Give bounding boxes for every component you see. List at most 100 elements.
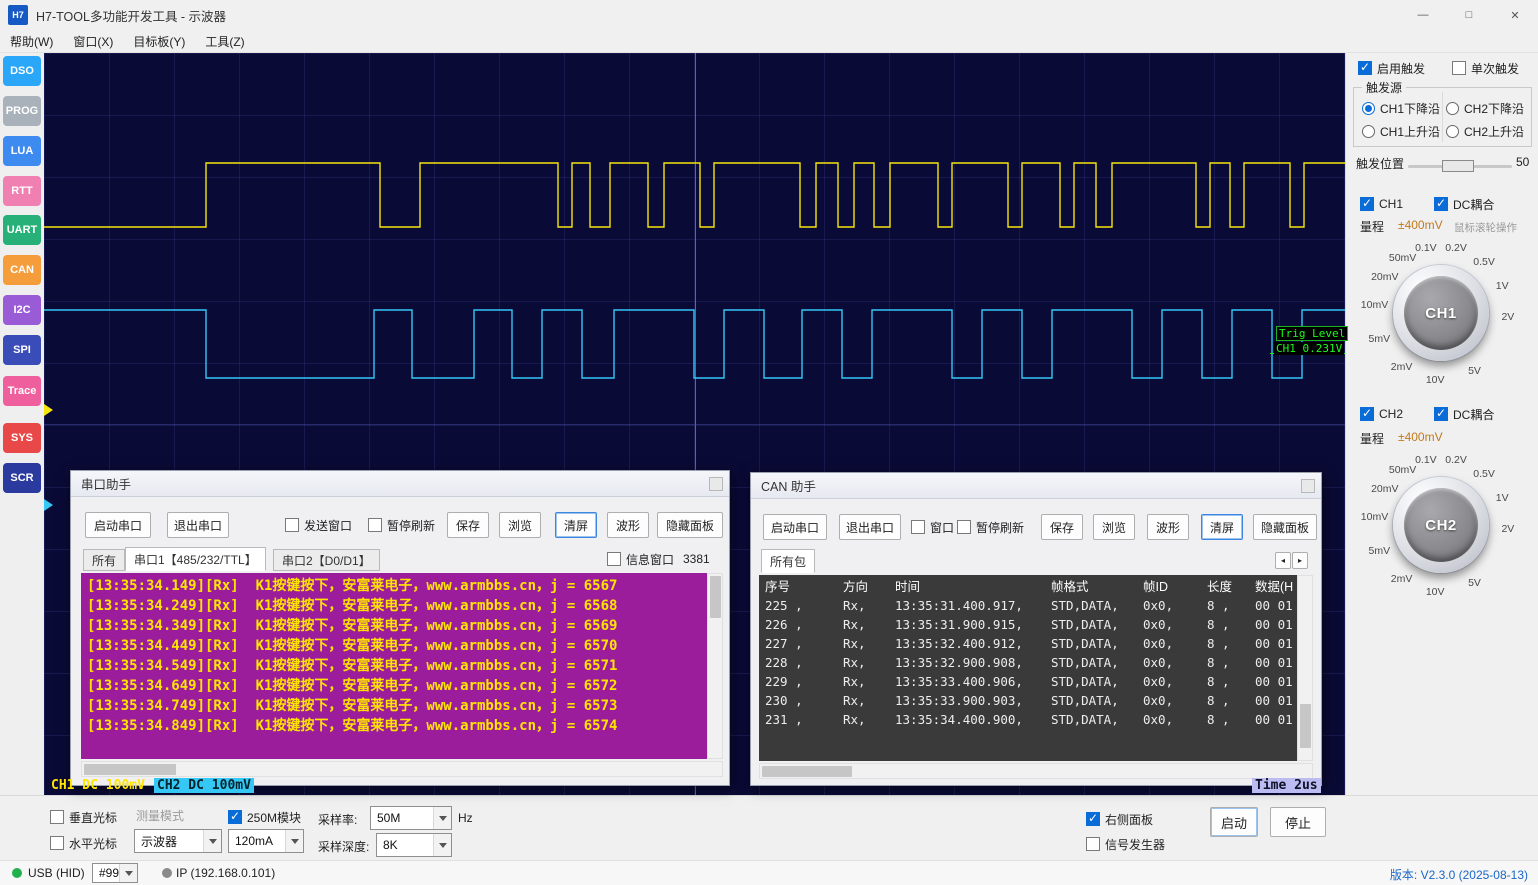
sidebar-item-dso[interactable]: DSO: [3, 56, 41, 86]
can-wave-button[interactable]: 波形: [1147, 514, 1189, 540]
enable-trigger-checkbox[interactable]: 启用触发: [1358, 60, 1425, 76]
radio-ch1-falling-edge[interactable]: CH1下降沿: [1362, 100, 1440, 116]
menu-item[interactable]: 工具(Z): [195, 30, 254, 53]
can-vertical-scrollbar[interactable]: [1297, 575, 1313, 761]
can-clear-button[interactable]: 清屏: [1201, 514, 1243, 540]
sidebar-item-uart[interactable]: UART: [3, 215, 41, 245]
sidebar-item-prog[interactable]: PROG: [3, 96, 41, 126]
can-window-checkbox[interactable]: 窗口: [911, 519, 954, 535]
serial-save-button[interactable]: 保存: [447, 512, 489, 538]
measure-mode-select[interactable]: 示波器: [134, 829, 222, 853]
sidebar-item-sys[interactable]: SYS: [3, 423, 41, 453]
scrollbar-thumb[interactable]: [710, 576, 721, 618]
table-row[interactable]: 226 , Rx, 13:35:31.900.915, STD,DATA, 0x0, 8 …: [759, 615, 1297, 634]
sample-depth-select[interactable]: 8K: [376, 833, 452, 857]
table-row[interactable]: 231 , Rx, 13:35:34.400.900, STD,DATA, 0x0, 8 …: [759, 710, 1297, 729]
can-frames-table[interactable]: 序号 方向 时间 帧格式 帧ID 长度 数据(H 225 , Rx, 13:35:31.400.9…: [759, 575, 1297, 761]
scrollbar-thumb[interactable]: [762, 766, 852, 777]
serial-exit-button[interactable]: 退出串口: [167, 512, 229, 538]
knob-face[interactable]: CH2: [1404, 488, 1478, 562]
table-row[interactable]: 228 , Rx, 13:35:32.900.908, STD,DATA, 0x0, 8 …: [759, 653, 1297, 672]
ch2-dc-coupling-checkbox[interactable]: DC耦合: [1434, 406, 1494, 422]
serial-window-titlebar[interactable]: 串口助手: [71, 471, 729, 497]
radio-ch2-rising-edge[interactable]: CH2上升沿: [1446, 123, 1524, 139]
can-tab-all-packets[interactable]: 所有包: [761, 549, 816, 573]
tab-scroll-left-button[interactable]: ◂: [1275, 552, 1291, 569]
sidebar-item-spi[interactable]: SPI: [3, 335, 41, 365]
serial-vertical-scrollbar[interactable]: [707, 573, 723, 759]
knob-ring[interactable]: CH2: [1393, 477, 1489, 573]
serial-tab-port2[interactable]: 串口2【D0/D1】: [273, 549, 380, 571]
column-header: 时间: [895, 580, 921, 594]
can-pause-refresh-checkbox[interactable]: 暂停刷新: [957, 519, 1024, 535]
maximize-button[interactable]: □: [1446, 0, 1492, 30]
can-window-button[interactable]: [1301, 479, 1315, 493]
serial-open-button[interactable]: 启动串口: [85, 512, 151, 538]
stop-button[interactable]: 停止: [1270, 807, 1326, 837]
sample-rate-select[interactable]: 50M: [370, 806, 452, 830]
can-browse-button[interactable]: 浏览: [1093, 514, 1135, 540]
serial-tab-all[interactable]: 所有: [83, 549, 126, 571]
serial-tab-port1[interactable]: 串口1【485/232/TTL】: [125, 547, 266, 571]
serial-window-button[interactable]: [709, 477, 723, 491]
module-250m-checkbox[interactable]: 250M模块: [228, 809, 301, 825]
radio-ch1-rising-edge[interactable]: CH1上升沿: [1362, 123, 1440, 139]
table-cell: Rx,: [843, 617, 866, 632]
ch1-enable-checkbox[interactable]: CH1: [1360, 196, 1403, 212]
serial-clear-button[interactable]: 清屏: [555, 512, 597, 538]
close-button[interactable]: ✕: [1492, 0, 1538, 30]
can-save-button[interactable]: 保存: [1041, 514, 1083, 540]
can-horizontal-scrollbar[interactable]: [759, 763, 1313, 779]
scrollbar-thumb[interactable]: [84, 764, 176, 775]
device-number-select[interactable]: #99: [92, 863, 138, 883]
ch2-position-marker[interactable]: [44, 499, 53, 511]
horizontal-cursor-checkbox[interactable]: 水平光标: [50, 835, 117, 851]
scrollbar-thumb[interactable]: [1300, 704, 1311, 748]
knob-face[interactable]: CH1: [1404, 276, 1478, 350]
serial-pause-refresh-checkbox[interactable]: 暂停刷新: [368, 517, 435, 533]
sidebar-item-lua[interactable]: LUA: [3, 136, 41, 166]
ch1-range-knob[interactable]: CH1 0.1V 0.2V 0.5V 1V 2V 5V 10V 2mV 5mV 10mV 20mV 5…: [1349, 240, 1533, 390]
sidebar-item-rtt[interactable]: RTT: [3, 176, 41, 206]
table-row[interactable]: 225 , Rx, 13:35:31.400.917, STD,DATA, 0x0, 8 …: [759, 596, 1297, 615]
knob-scale-label: 10V: [1425, 373, 1445, 386]
ch2-enable-checkbox[interactable]: CH2: [1360, 406, 1403, 422]
serial-info-window-checkbox[interactable]: 信息窗口: [607, 551, 674, 567]
sidebar-item-can[interactable]: CAN: [3, 255, 41, 285]
sidebar-item-i2c[interactable]: I2C: [3, 295, 41, 325]
radio-ch2-falling-edge[interactable]: CH2下降沿: [1446, 100, 1524, 116]
serial-browse-button[interactable]: 浏览: [499, 512, 541, 538]
checkbox-label: 信息窗口: [626, 552, 675, 567]
ch2-range-knob[interactable]: CH2 0.1V 0.2V 0.5V 1V 2V 5V 10V 2mV 5mV 10mV 20mV 5…: [1349, 452, 1533, 602]
sidebar-item-scr[interactable]: SCR: [3, 463, 41, 493]
serial-horizontal-scrollbar[interactable]: [81, 761, 723, 777]
table-row[interactable]: 229 , Rx, 13:35:33.400.906, STD,DATA, 0x0, 8 …: [759, 672, 1297, 691]
knob-caption: CH1: [1425, 304, 1457, 322]
ch1-dc-coupling-checkbox[interactable]: DC耦合: [1434, 196, 1494, 212]
table-row[interactable]: 230 , Rx, 13:35:33.900.903, STD,DATA, 0x0, 8 …: [759, 691, 1297, 710]
ch1-position-marker[interactable]: [44, 404, 53, 416]
serial-hide-panel-button[interactable]: 隐藏面板: [657, 512, 723, 538]
knob-ring[interactable]: CH1: [1393, 265, 1489, 361]
menu-item[interactable]: 帮助(W): [0, 30, 63, 53]
menu-item[interactable]: 目标板(Y): [123, 30, 195, 53]
start-button[interactable]: 启动: [1210, 807, 1258, 837]
serial-terminal[interactable]: [13:35:34.149][Rx] K1按键按下，安富莱电子，www.armb…: [81, 573, 707, 759]
can-hide-panel-button[interactable]: 隐藏面板: [1253, 514, 1317, 540]
can-window-titlebar[interactable]: CAN 助手: [751, 473, 1321, 499]
menu-item[interactable]: 窗口(X): [63, 30, 123, 53]
table-row[interactable]: 227 , Rx, 13:35:32.400.912, STD,DATA, 0x0, 8 …: [759, 634, 1297, 653]
can-exit-button[interactable]: 退出串口: [839, 514, 901, 540]
minimize-button[interactable]: —: [1400, 0, 1446, 30]
right-panel-checkbox[interactable]: 右侧面板: [1086, 811, 1153, 827]
vertical-cursor-checkbox[interactable]: 垂直光标: [50, 809, 117, 825]
signal-generator-checkbox[interactable]: 信号发生器: [1086, 836, 1165, 852]
sidebar-item-trace[interactable]: Trace: [3, 376, 41, 406]
trigger-position-slider-thumb[interactable]: [1442, 160, 1474, 172]
single-trigger-checkbox[interactable]: 单次触发: [1452, 60, 1519, 76]
tab-scroll-right-button[interactable]: ▸: [1292, 552, 1308, 569]
serial-wave-button[interactable]: 波形: [607, 512, 649, 538]
serial-send-window-checkbox[interactable]: 发送窗口: [285, 517, 352, 533]
current-select[interactable]: 120mA: [228, 829, 304, 853]
can-open-button[interactable]: 启动串口: [763, 514, 827, 540]
